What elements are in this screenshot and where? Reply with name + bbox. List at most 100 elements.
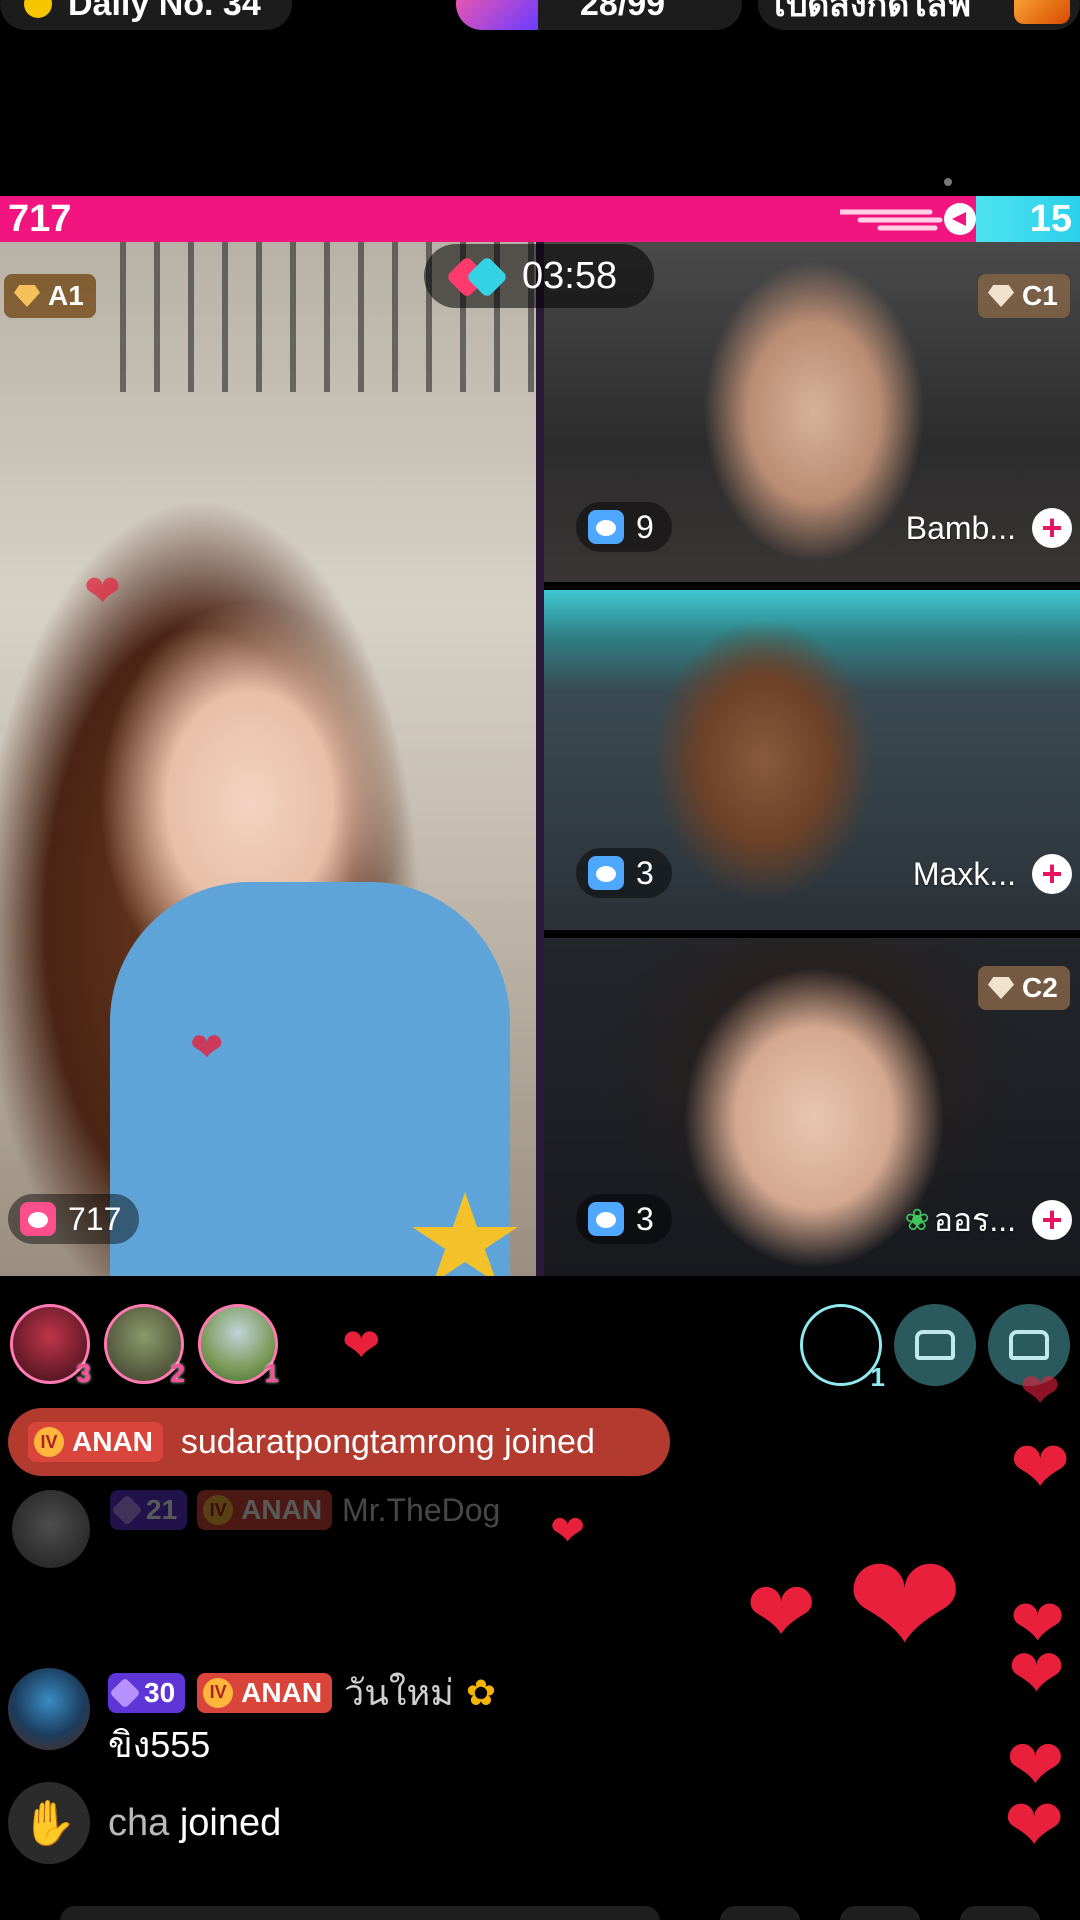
level-badge: 30 — [108, 1672, 186, 1713]
daily-ranking-label: Daily No. 34 — [68, 0, 261, 23]
indicator-dot — [944, 178, 952, 186]
gift-count-value: 3 — [636, 854, 654, 891]
wave-hand-icon[interactable]: ✋ — [8, 1782, 90, 1864]
streak-icon — [840, 203, 976, 235]
floating-heart-icon: ❤ — [1008, 1636, 1065, 1712]
floating-heart-icon: ❤ — [1010, 1428, 1071, 1508]
join-banner: IV ANAN sudaratpongtamrong joined — [8, 1408, 670, 1476]
diamond-icon — [988, 977, 1014, 999]
floating-heart-icon: ❤ — [550, 1507, 586, 1554]
floating-heart-icon: ❤ — [746, 1565, 817, 1659]
bottom-toolbar — [0, 1900, 1080, 1920]
guest3-gift-count[interactable]: 3 — [576, 1194, 672, 1244]
toolbar-button-edge[interactable] — [840, 1906, 920, 1920]
top-gifter-avatar-1[interactable]: 1 — [198, 1304, 279, 1388]
level-badge: 21 — [110, 1490, 188, 1530]
gift-count-value: 9 — [636, 508, 654, 545]
floating-heart-icon: ❤ — [846, 1527, 964, 1684]
faded-chat-row: 21 IV ANAN Mr.TheDog — [8, 1490, 708, 1570]
guest1-name: Bamb... — [905, 509, 1016, 546]
floating-heart-icon: ❤ — [84, 567, 121, 616]
guest2-name: Maxk... — [912, 855, 1016, 892]
guest3-name: ออร... — [933, 1201, 1016, 1238]
gift-icon — [588, 856, 624, 890]
coin-icon — [24, 0, 52, 18]
gifter-rank: 1 — [264, 1358, 279, 1388]
promo-label: เปิดสิ่งกัดไลฟ์ — [774, 0, 972, 24]
fan-badge: IV ANAN — [28, 1422, 163, 1462]
joined-action: joined — [179, 1801, 282, 1844]
toolbar-button-edge[interactable] — [960, 1906, 1040, 1920]
join-message: sudaratpongtamrong joined — [180, 1422, 595, 1461]
diamond-icon — [14, 285, 40, 307]
fan-badge: IV ANAN — [197, 1490, 333, 1530]
follow-plus-button[interactable]: + — [1032, 1200, 1072, 1240]
fan-level-icon: IV — [203, 1495, 234, 1525]
guest2-gift-count[interactable]: 3 — [576, 848, 672, 898]
guest1-gift-count[interactable]: 9 — [576, 502, 672, 552]
floating-heart-icon: ❤ — [1004, 1786, 1065, 1866]
system-join-row: ✋ cha joined — [8, 1782, 281, 1864]
daily-ranking-chip[interactable]: Daily No. 34 — [0, 0, 292, 30]
gift-icon — [20, 1202, 56, 1236]
floating-heart-icon: ❤ — [1020, 1365, 1061, 1418]
level-value: 21 — [146, 1494, 178, 1525]
chat-username[interactable]: วันใหม่ — [344, 1664, 454, 1721]
fan-level-icon: IV — [203, 1677, 234, 1708]
fan-badge-label: ANAN — [72, 1426, 153, 1457]
promo-badge-icon — [1014, 0, 1070, 24]
guest3-name-chip[interactable]: ❀ ออร... + — [905, 1194, 1072, 1246]
fan-badge-label: ANAN — [241, 1494, 323, 1525]
gift-icon — [588, 510, 624, 544]
battle-vs-icon — [445, 255, 509, 299]
fan-badge: IV ANAN — [197, 1672, 333, 1713]
host-video-panel[interactable] — [0, 242, 536, 1276]
gifter-rank: 2 — [170, 1358, 185, 1388]
rank-chip[interactable]: 28/99 — [456, 0, 742, 30]
tier-label: C2 — [1022, 972, 1058, 1003]
host-gift-count[interactable]: 717 — [8, 1194, 140, 1244]
fan-badge-label: ANAN — [241, 1676, 323, 1708]
ring-count: 1 — [870, 1362, 885, 1392]
tier-badge-c2: C2 — [978, 966, 1070, 1010]
chat-text: ขิง555 — [108, 1724, 211, 1765]
diamond-icon — [109, 1676, 141, 1709]
level-value: 30 — [144, 1676, 176, 1708]
floating-heart-icon: ❤ — [190, 1026, 224, 1070]
tier-badge-a1: A1 — [4, 274, 96, 318]
clover-icon: ❀ — [904, 1203, 930, 1237]
gift-count-value: 717 — [68, 1200, 122, 1237]
floating-heart-icon: ❤ — [342, 1319, 381, 1371]
gift-icon — [588, 1202, 624, 1236]
rank-thumbnail — [456, 0, 538, 30]
diamond-icon — [988, 285, 1014, 307]
toolbar-button-edge[interactable] — [720, 1906, 800, 1920]
diamond-icon — [111, 1494, 143, 1526]
guest2-name-chip[interactable]: Maxk... + — [913, 848, 1072, 900]
timer-text: 03:58 — [522, 254, 618, 297]
rank-label: 28/99 — [580, 0, 666, 23]
chat-username[interactable]: Mr.TheDog — [342, 1492, 500, 1529]
joined-username[interactable]: cha — [108, 1802, 169, 1844]
follow-plus-button[interactable]: + — [1032, 508, 1072, 548]
guest1-name-chip[interactable]: Bamb... + — [906, 502, 1072, 554]
tier-label: A1 — [48, 280, 84, 311]
loading-ring-icon[interactable]: 1 — [800, 1304, 885, 1392]
top-gifter-avatar-3[interactable]: 3 — [10, 1304, 91, 1388]
host-shirt — [110, 882, 510, 1276]
battle-score-bar: 717 15 — [0, 196, 1080, 242]
avatar[interactable] — [8, 1668, 90, 1750]
left-team-score: 717 — [8, 198, 72, 240]
avatar[interactable] — [12, 1490, 90, 1568]
tier-badge-c1: C1 — [978, 274, 1070, 318]
comment-input-edge[interactable] — [60, 1906, 660, 1920]
seat-icon[interactable] — [894, 1304, 976, 1386]
tier-label: C1 — [1022, 280, 1058, 311]
right-team-score: 15 — [1029, 198, 1072, 240]
gift-count-value: 3 — [636, 1200, 654, 1237]
follow-plus-button[interactable]: + — [1032, 854, 1072, 894]
promo-chip[interactable]: เปิดสิ่งกัดไลฟ์ — [758, 0, 1080, 30]
top-gifter-avatar-2[interactable]: 2 — [104, 1304, 185, 1388]
fan-level-icon: IV — [34, 1427, 64, 1457]
battle-timer: 03:58 — [424, 244, 654, 308]
